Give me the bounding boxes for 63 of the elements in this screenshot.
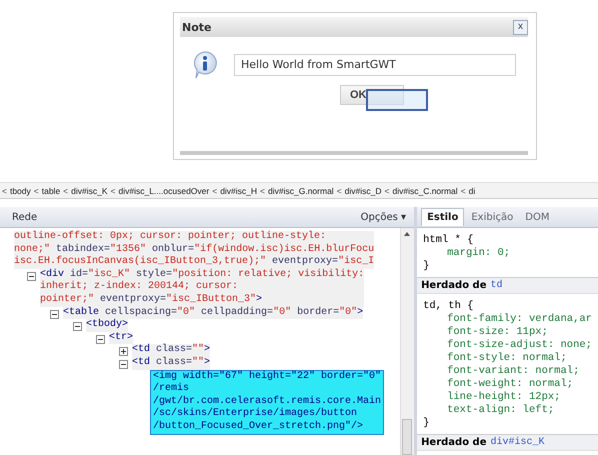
tab[interactable]: Estilo <box>421 208 464 226</box>
css-declaration: font-size: 11px; <box>446 326 549 339</box>
css-declaration: font-variant: normal; <box>446 365 580 378</box>
breadcrumb-separator: < <box>384 186 390 196</box>
css-declaration: font-weight: normal; <box>446 378 574 391</box>
css-declaration: font-size-adjust: none; <box>446 339 592 352</box>
code-node[interactable]: <td class=""> <box>132 356 210 370</box>
message-field: Hello World from SmartGWT <box>234 54 516 76</box>
breadcrumb-item[interactable]: di <box>468 186 476 196</box>
breadcrumb-separator: < <box>212 186 218 196</box>
breadcrumb-item[interactable]: div#isc_D <box>344 186 382 196</box>
breadcrumb-separator: < <box>336 186 342 196</box>
breadcrumb-separator: < <box>460 186 466 196</box>
css-declaration: font-family: verdana,ar <box>446 313 592 326</box>
collapse-toggle[interactable] <box>50 310 59 319</box>
tab[interactable]: DOM <box>520 208 554 226</box>
css-declaration: margin: 0; <box>446 247 512 260</box>
code-node[interactable]: <div id="isc_K" style="position: relative; visibility: inherit; z-index: 200144; cursor: pointer;" eventproxy="isc_IButton_3"> <box>40 268 364 307</box>
breadcrumb-separator: < <box>260 186 266 196</box>
inherited-label: Herdado de <box>421 280 487 291</box>
inherited-label: Herdado de <box>421 437 487 448</box>
focus-outline <box>366 89 428 111</box>
scroll-up-icon[interactable] <box>404 232 410 236</box>
ok-button[interactable]: OK <box>340 85 404 105</box>
code-node[interactable]: outline-offset: 0px; cursor: pointer; outline-style: none;" tabindex="1356" onblur="if(window.isc)isc.EH.blurFocu isc.EH.focusInCanvas(isc_IButton_3,true);" eventproxy="isc_I <box>14 231 374 269</box>
css-brace: } <box>423 260 430 273</box>
breadcrumb-separator: < <box>34 186 39 196</box>
code-node[interactable]: <td class=""> <box>132 344 210 357</box>
breadcrumb-item[interactable]: div#isc_K <box>71 186 108 196</box>
breadcrumb-item[interactable]: div#isc_G.normal <box>268 186 334 196</box>
info-icon <box>192 51 218 79</box>
element-link[interactable]: div#isc_K <box>490 437 545 448</box>
panel-title: Rede <box>12 212 38 222</box>
css-brace: } <box>423 417 430 430</box>
dialog-title: Note <box>182 20 212 34</box>
css-declaration: text-align: left; <box>446 404 556 417</box>
collapse-toggle[interactable] <box>27 272 36 281</box>
css-selector: html * { <box>423 234 474 247</box>
breadcrumb-item[interactable]: table <box>42 186 60 196</box>
breadcrumb-item[interactable]: div#isc_L....ocusedOver <box>118 186 210 196</box>
breadcrumb-separator: < <box>63 186 68 196</box>
expand-toggle[interactable] <box>119 347 128 356</box>
code-node[interactable]: <tr> <box>109 332 134 344</box>
scrollbar[interactable] <box>400 228 414 455</box>
element-link[interactable]: td <box>490 280 503 291</box>
code-node[interactable]: <table cellspacing="0" cellpadding="0" border="0"> <box>63 306 364 320</box>
options-menu[interactable]: Opções ▾ <box>360 212 406 222</box>
tab[interactable]: Exibição <box>466 208 518 226</box>
css-declaration: line-height: 12px; <box>446 391 562 404</box>
breadcrumb-item[interactable]: div#isc_H <box>220 186 258 196</box>
selected-code-node[interactable]: <img width="67" height="22" border="0" /remis /gwt/br.com.celerasoft.remis.core.Main /sc/skins/Enterprise/images/button /button_Focused_Over_stretch.png"/> <box>150 370 384 434</box>
breadcrumb-item[interactable]: tbody <box>10 186 31 196</box>
collapse-toggle[interactable] <box>96 334 105 344</box>
code-node[interactable]: <tbody> <box>86 319 128 332</box>
scroll-thumb[interactable] <box>402 419 412 455</box>
breadcrumb-separator: < <box>110 186 116 196</box>
breadcrumb-separator: < <box>2 186 7 196</box>
collapse-toggle[interactable] <box>119 360 128 369</box>
css-declaration: font-style: normal; <box>446 352 568 365</box>
collapse-toggle[interactable] <box>73 322 82 332</box>
breadcrumb-item[interactable]: div#isc_C.normal <box>392 186 458 196</box>
close-button[interactable]: x <box>513 20 528 34</box>
css-selector: td, th { <box>423 300 474 313</box>
